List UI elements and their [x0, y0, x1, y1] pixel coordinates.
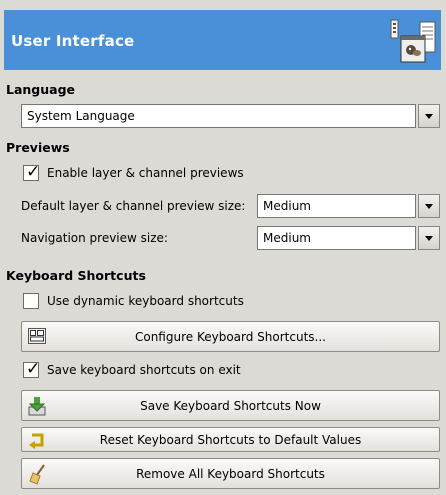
dynamic-shortcuts-label[interactable]: Use dynamic keyboard shortcuts: [47, 294, 244, 308]
remove-all-shortcuts-label: Remove All Keyboard Shortcuts: [136, 467, 325, 481]
language-select-value: System Language: [27, 109, 135, 123]
save-shortcuts-now-label: Save Keyboard Shortcuts Now: [140, 399, 321, 413]
dynamic-shortcuts-checkbox[interactable]: [23, 293, 39, 309]
default-preview-size-value: Medium: [263, 199, 311, 213]
configure-shortcuts-label: Configure Keyboard Shortcuts...: [134, 330, 326, 344]
default-preview-size-select[interactable]: Medium: [257, 194, 416, 218]
reset-shortcuts-button[interactable]: Reset Keyboard Shortcuts to Default Valu…: [21, 427, 440, 452]
previews-section-title: Previews: [6, 140, 70, 155]
nav-preview-size-value: Medium: [263, 231, 311, 245]
language-section-title: Language: [6, 82, 76, 97]
chevron-down-icon: [425, 114, 433, 119]
language-select[interactable]: System Language: [21, 104, 416, 128]
save-on-exit-checkbox[interactable]: ✓: [23, 359, 41, 379]
nav-preview-size-select[interactable]: Medium: [257, 226, 416, 250]
chevron-down-icon: [425, 204, 433, 209]
page-title: User Interface: [11, 32, 135, 50]
enable-previews-label[interactable]: Enable layer & channel previews: [47, 166, 244, 180]
save-shortcuts-now-button[interactable]: Save Keyboard Shortcuts Now: [21, 390, 440, 421]
reset-shortcuts-label: Reset Keyboard Shortcuts to Default Valu…: [99, 433, 362, 447]
language-dropdown-button[interactable]: [418, 104, 440, 128]
chevron-down-icon: [425, 236, 433, 241]
page-header: User Interface: [4, 10, 441, 70]
default-preview-size-dropdown-button[interactable]: [418, 194, 440, 218]
configure-shortcuts-button[interactable]: Configure Keyboard Shortcuts...: [21, 321, 440, 352]
enable-previews-checkbox[interactable]: ✓: [23, 162, 41, 182]
remove-all-shortcuts-button[interactable]: Remove All Keyboard Shortcuts: [21, 458, 440, 489]
keyboard-section-title: Keyboard Shortcuts: [6, 268, 146, 283]
default-preview-size-label: Default layer & channel preview size:: [21, 199, 246, 213]
nav-preview-size-dropdown-button[interactable]: [418, 226, 440, 250]
save-on-exit-label[interactable]: Save keyboard shortcuts on exit: [47, 363, 241, 377]
checkmark-icon: ✓: [26, 162, 41, 182]
checkmark-icon: ✓: [26, 359, 41, 379]
nav-preview-size-label: Navigation preview size:: [21, 231, 168, 245]
user-interface-prefs-icon: [390, 19, 436, 63]
